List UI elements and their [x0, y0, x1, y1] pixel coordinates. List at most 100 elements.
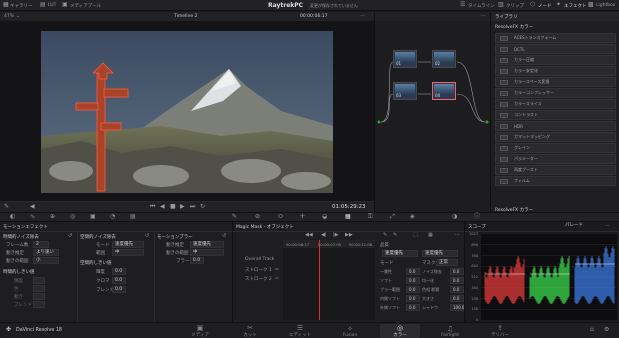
tt-luma-field[interactable] — [33, 277, 45, 284]
quality-select[interactable]: 速度優先 — [382, 250, 418, 257]
node-02[interactable]: 02 — [432, 50, 456, 68]
mb-blur-field[interactable]: 0.0 — [190, 257, 204, 264]
project-manager-icon[interactable]: ⌂ — [590, 327, 594, 333]
lightbox-icon[interactable]: ▩ — [588, 2, 594, 8]
spatial-reset-icon[interactable]: ↺ — [145, 233, 149, 239]
window-icon[interactable]: ⬭ — [278, 214, 283, 220]
node-04[interactable]: 04 — [432, 82, 456, 100]
zoom-level[interactable]: 47% — [4, 14, 14, 19]
lightbox-button[interactable]: Lightbox — [596, 3, 615, 8]
sp-blend-field[interactable]: 0.0 — [112, 286, 126, 293]
blur-icon[interactable]: ▦ — [345, 214, 351, 220]
tracker-icon[interactable]: ✛ — [300, 214, 305, 220]
library-item[interactable]: コントラスト — [495, 110, 616, 120]
tt-blend-field[interactable] — [33, 301, 45, 308]
mm-property-value[interactable]: 0.0 — [406, 304, 420, 311]
timeline-name[interactable]: Timeline 2 — [174, 14, 197, 19]
motion-blur-reset-icon[interactable]: ↺ — [222, 233, 226, 239]
hdr-icon[interactable]: ◔ — [110, 214, 115, 220]
info-icon[interactable]: ⓘ — [474, 214, 480, 220]
play-reverse-icon[interactable]: ◀ — [160, 204, 165, 210]
gallery-icon[interactable]: ▦ — [3, 2, 9, 8]
stroke1-label[interactable]: ストローク 1 — [245, 267, 272, 273]
library-item[interactable]: カラー圧縮 — [495, 55, 616, 65]
key-icon[interactable]: ⚿ — [368, 214, 373, 220]
mm-property-value[interactable]: 0.0 — [406, 295, 420, 302]
tt-motion-field[interactable] — [33, 293, 45, 300]
nodes-button[interactable]: ノード — [538, 3, 552, 9]
temporal-reset-icon[interactable]: ↺ — [68, 233, 72, 239]
stroke2-label[interactable]: ストローク 2 — [245, 276, 272, 282]
library-tab[interactable]: ライブラリ — [495, 14, 518, 20]
library-item[interactable]: フィルム — [495, 176, 616, 186]
mm-track-icon[interactable]: |▶ — [333, 232, 339, 238]
library-item[interactable]: DCTL — [495, 44, 616, 54]
page-tab-カラー[interactable]: ◎ カラー — [380, 324, 420, 338]
mm-property-value[interactable]: 0.0 — [406, 277, 420, 284]
page-tab-fairlight[interactable]: ♫ Fairlight — [430, 325, 470, 338]
node-03[interactable]: 03 — [393, 82, 417, 100]
loop-icon[interactable]: ↻ — [200, 204, 205, 210]
play-icon[interactable]: ▶ — [180, 204, 185, 210]
library-item[interactable]: ガマットマッピング — [495, 132, 616, 142]
sp-chroma-field[interactable]: 0.0 — [112, 277, 126, 284]
page-tab-fusion[interactable]: ✧ Fusion — [330, 325, 370, 338]
qualifier-icon[interactable]: ⊘ — [255, 214, 260, 220]
quality-select-2[interactable]: 速度優先 — [422, 250, 458, 257]
mm-options-icon[interactable]: ⋯ — [455, 232, 460, 238]
mm-object-icon[interactable]: ✎ — [383, 232, 387, 238]
mo-est-select[interactable]: より速い — [33, 249, 59, 256]
magic-mask-icon[interactable]: ◒ — [322, 214, 327, 220]
stroke1-visibility-icon[interactable]: ▭ — [275, 266, 279, 272]
scope-mode-select[interactable]: パレード — [563, 223, 593, 230]
go-start-icon[interactable]: ⏮ — [150, 204, 155, 210]
mm-person-icon[interactable]: ⬚ — [413, 232, 418, 238]
library-item[interactable]: カラースペース変換 — [495, 77, 616, 87]
video-frame[interactable] — [41, 31, 333, 193]
3d-icon[interactable]: ◈ — [410, 214, 415, 220]
mm-step-back-icon[interactable]: ◀| — [321, 232, 327, 238]
curves-icon[interactable]: ∿ — [30, 214, 35, 220]
page-tab-メディア[interactable]: ▣ メディア — [180, 324, 220, 338]
mm-reverse-track-icon[interactable]: ◀◀ — [305, 232, 313, 238]
page-tab-デリバー[interactable]: ⇪ デリバー — [480, 324, 520, 338]
audio-icon[interactable]: ◀ — [30, 204, 35, 210]
color-wheels-icon[interactable]: ◐ — [10, 214, 15, 220]
sp-radius-select[interactable]: 中 — [112, 249, 144, 256]
zoom-dropdown-icon[interactable]: ⌄ — [16, 13, 20, 19]
mm-property-value[interactable]: 0.0 — [450, 268, 464, 275]
preset-select[interactable]: 正常 — [436, 259, 458, 266]
tt-chroma-field[interactable] — [33, 285, 45, 292]
library-item[interactable]: HDR — [495, 121, 616, 131]
gallery-button[interactable]: ギャラリー — [10, 3, 33, 9]
project-settings-icon[interactable]: ⚙ — [604, 327, 609, 333]
mo-range-select[interactable]: 小 — [33, 257, 59, 264]
library-item[interactable]: ACESトランスフォーム — [495, 33, 616, 43]
effects-button[interactable]: エフェクト — [564, 3, 587, 9]
raw-icon[interactable]: ▣ — [90, 214, 96, 220]
node-01[interactable]: 01 — [393, 50, 417, 68]
library-item[interactable]: カラーコンプレッサー — [495, 88, 616, 98]
mm-property-value[interactable]: 0.0 — [450, 295, 464, 302]
mm-minus-icon[interactable]: ✎ — [393, 232, 397, 238]
clips-button[interactable]: クリップ — [506, 3, 524, 9]
mm-timeline[interactable]: 00:00:06:17 00:00:07:05 00:00:11:08 — [283, 240, 375, 320]
library-item[interactable]: カラー安定化 — [495, 66, 616, 76]
mb-est-select[interactable]: 速度優先 — [190, 241, 224, 248]
clips-icon[interactable]: ▥ — [498, 2, 504, 8]
timeline-button[interactable]: タイムライン — [468, 3, 495, 9]
library-item[interactable]: カラースライス — [495, 99, 616, 109]
library-category-header[interactable]: ResolveFX カラー — [495, 24, 533, 30]
mm-property-value[interactable]: 100.0 — [450, 304, 464, 311]
library-item[interactable]: グレイン — [495, 143, 616, 153]
library-item[interactable]: パラメーター — [495, 154, 616, 164]
timeline-icon[interactable]: ☰ — [460, 2, 465, 8]
mm-property-value[interactable]: 0.0 — [450, 286, 464, 293]
nodes-icon[interactable]: ⬡ — [530, 2, 535, 8]
node-editor[interactable]: ⋯ 01 02 03 04 — [374, 12, 491, 212]
page-tab-エディット[interactable]: ☰ エディット — [280, 324, 320, 338]
motion-icon[interactable]: ⊕ — [50, 214, 55, 220]
go-end-icon[interactable]: ⏭ — [190, 204, 195, 210]
effects-icon[interactable]: ✦ — [556, 2, 561, 8]
frames-select[interactable]: 2 — [33, 241, 49, 248]
